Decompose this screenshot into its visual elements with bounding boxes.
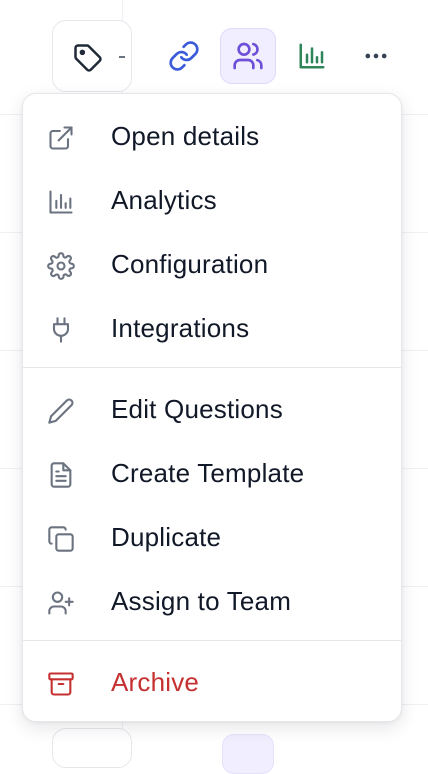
more-horizontal-icon xyxy=(365,53,387,59)
menu-item-edit-questions[interactable]: Edit Questions xyxy=(23,377,401,441)
menu-item-integrations[interactable]: Integrations xyxy=(23,296,401,360)
bar-chart-icon xyxy=(299,43,325,69)
menu-item-label: Configuration xyxy=(111,249,269,279)
link-icon xyxy=(169,41,199,71)
menu-item-label: Open details xyxy=(111,121,260,151)
plug-icon xyxy=(47,316,75,344)
gear-icon xyxy=(47,252,75,280)
tag-icon xyxy=(74,44,102,72)
user-plus-icon xyxy=(47,589,75,617)
users-button[interactable] xyxy=(222,734,274,774)
actions-dropdown-menu: Open details Analytics Configuration Int… xyxy=(22,93,402,722)
link-button[interactable] xyxy=(156,28,212,84)
tag-button[interactable] xyxy=(52,728,132,768)
menu-item-archive[interactable]: Archive xyxy=(23,650,401,714)
menu-item-label: Create Template xyxy=(111,458,305,488)
menu-item-label: Duplicate xyxy=(111,522,222,552)
menu-item-duplicate[interactable]: Duplicate xyxy=(23,505,401,569)
pencil-icon xyxy=(47,397,75,425)
menu-item-label: Edit Questions xyxy=(111,394,283,424)
bar-chart-icon xyxy=(47,188,75,216)
menu-item-assign-to-team[interactable]: Assign to Team xyxy=(23,569,401,633)
menu-item-open-details[interactable]: Open details xyxy=(23,104,401,168)
dropdown-indicator xyxy=(119,56,125,58)
menu-item-label: Archive xyxy=(111,667,200,697)
copy-icon xyxy=(47,525,75,553)
more-button[interactable] xyxy=(348,28,404,84)
external-link-icon xyxy=(47,124,75,152)
menu-separator xyxy=(23,640,401,641)
menu-item-configuration[interactable]: Configuration xyxy=(23,232,401,296)
tag-button[interactable] xyxy=(52,20,132,92)
document-icon xyxy=(47,461,75,489)
menu-item-create-template[interactable]: Create Template xyxy=(23,441,401,505)
menu-separator xyxy=(23,367,401,368)
menu-item-analytics[interactable]: Analytics xyxy=(23,168,401,232)
users-button[interactable] xyxy=(220,28,276,84)
analytics-button[interactable] xyxy=(284,28,340,84)
archive-icon xyxy=(47,670,75,698)
menu-item-label: Analytics xyxy=(111,185,217,215)
users-icon xyxy=(233,42,263,70)
menu-item-label: Integrations xyxy=(111,313,250,343)
menu-item-label: Assign to Team xyxy=(111,586,292,616)
